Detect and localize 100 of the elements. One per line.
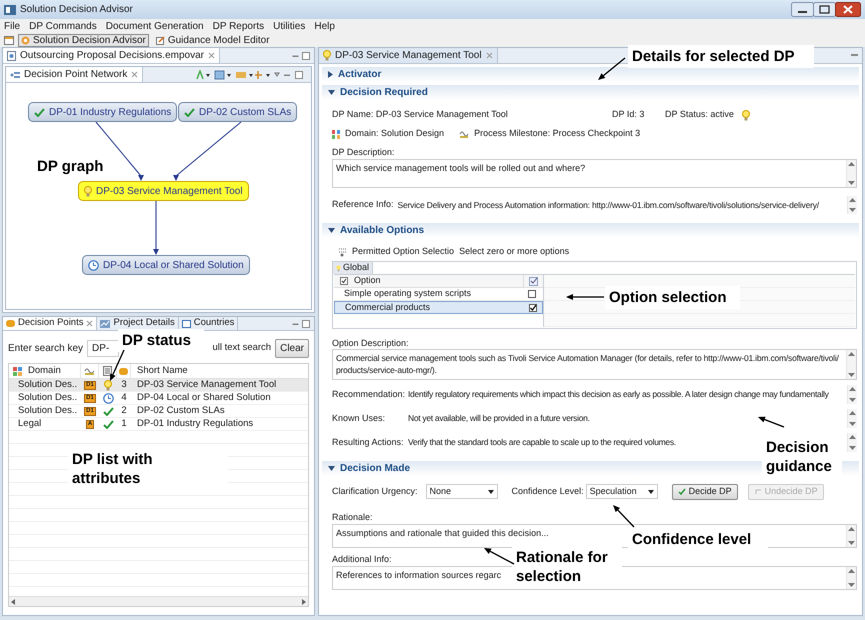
option-row[interactable]: Commercial products [334, 301, 543, 314]
close-icon[interactable] [86, 320, 94, 327]
scroll-down-icon[interactable] [849, 422, 856, 426]
scrollbar[interactable] [847, 385, 857, 404]
editor-tab[interactable]: DP-03 Service Management Tool [319, 48, 498, 63]
scroll-down-icon[interactable] [849, 208, 856, 212]
scroll-up-icon[interactable] [849, 198, 856, 202]
field-label: DP Name: DP-03 Service Management Tool [332, 108, 509, 122]
callout-arrow [566, 294, 604, 300]
minimize-maximize-icon[interactable] [292, 52, 310, 60]
view-tab[interactable]: Decision Points [3, 317, 98, 330]
menu-item[interactable]: Document Generation [106, 19, 204, 34]
table-cell: DP-03 Service Management Tool [137, 378, 276, 390]
option-description-field[interactable]: Commercial service management tools such as Tivoli Service Automation Manager (for details, refer to http://www-01.ibm.com/software/tivoli/products/service-auto-mgr/). [332, 349, 857, 380]
close-icon[interactable] [486, 52, 493, 59]
graph-node[interactable]: DP-04 Local or Shared Solution [82, 255, 250, 275]
field-label: Resulting Actions: [332, 436, 405, 449]
scroll-right-icon[interactable] [302, 598, 306, 604]
field-label: Reference Info: [332, 198, 394, 212]
scroll-up-icon[interactable] [849, 435, 856, 439]
milestone-column-icon[interactable] [84, 366, 95, 376]
section-header[interactable]: Decision Required [322, 85, 859, 100]
minimize-maximize-icon[interactable] [292, 320, 310, 328]
section-header[interactable]: Available Options [322, 223, 859, 238]
view-tab[interactable]: Decision Point Network [6, 67, 144, 82]
section-header[interactable]: Activator [322, 67, 859, 82]
scrollbar[interactable] [847, 433, 857, 452]
scroll-up-icon[interactable] [848, 352, 855, 356]
domain-icon [332, 130, 340, 138]
checkbox[interactable] [529, 304, 537, 312]
menu-item[interactable]: DP Commands [29, 19, 97, 34]
checkbox-label[interactable]: ull text search [212, 341, 272, 356]
minimize-icon[interactable] [851, 54, 858, 57]
collapse-triangle-icon[interactable] [328, 466, 335, 471]
scroll-down-icon[interactable] [849, 398, 856, 402]
scroll-down-icon[interactable] [848, 583, 855, 587]
expand-triangle-icon[interactable] [328, 71, 333, 78]
checked-column-icon[interactable] [529, 276, 539, 286]
editor-tab[interactable]: Outsourcing Proposal Decisions.empovar [3, 48, 220, 63]
scroll-down-icon[interactable] [849, 446, 856, 450]
field-label: DP Id: 3 [612, 108, 646, 122]
reference-text: Service Delivery and Process Automation information: http://www-01.ibm.com/software/tivoli/solutions/service-delivery/ [398, 198, 819, 212]
window-controls-icon[interactable] [791, 2, 861, 18]
callout-arrow [484, 548, 514, 565]
view-tab[interactable]: Project Details [97, 317, 179, 330]
urgency-dropdown[interactable]: None [426, 484, 498, 499]
scroll-down-icon[interactable] [848, 181, 855, 185]
scrollbar[interactable] [847, 196, 857, 214]
table-cell-text: Solution Des.. [18, 390, 78, 405]
perspective-button[interactable]: Solution Decision Advisor [18, 34, 149, 47]
scroll-down-icon[interactable] [848, 373, 855, 377]
menu-item[interactable]: DP Reports [212, 19, 264, 34]
field-label: Known Uses: [332, 412, 386, 425]
close-icon[interactable] [208, 52, 215, 59]
table-cell-text: 3 [121, 378, 127, 392]
scroll-up-icon[interactable] [849, 387, 856, 391]
graph-node[interactable]: DP-02 Custom SLAs [178, 102, 298, 122]
scrollbar[interactable] [846, 525, 856, 547]
menu-item[interactable]: Help [314, 19, 335, 34]
status-column-icon[interactable] [103, 366, 112, 376]
scroll-up-icon[interactable] [848, 527, 855, 531]
option-label: Simple operating system scripts [344, 288, 472, 298]
column-header[interactable]: Option [354, 274, 381, 288]
graph-node[interactable]: DP-03 Service Management Tool [78, 181, 249, 201]
scroll-up-icon[interactable] [848, 569, 855, 573]
guidance-text: Not yet available, will be provided in a future version. [408, 412, 590, 425]
collapse-triangle-icon[interactable] [328, 90, 335, 95]
scroll-up-icon[interactable] [848, 162, 855, 166]
field-label: Recommendation: [332, 388, 406, 401]
perspective-button[interactable]: Guidance Model Editor [152, 34, 273, 47]
menu-item[interactable]: File [4, 19, 20, 34]
graph-node[interactable]: DP-01 Industry Regulations [28, 102, 178, 122]
column-header[interactable]: Domain [28, 364, 61, 378]
scrollbar[interactable] [846, 350, 856, 379]
collapse-triangle-icon[interactable] [328, 228, 335, 233]
scrollbar[interactable] [846, 160, 856, 187]
scroll-left-icon[interactable] [11, 598, 15, 604]
options-tab[interactable]: Global [333, 262, 374, 274]
decide-button[interactable]: Decide DP [672, 484, 738, 500]
description-field[interactable]: Which service management tools will be rolled out and where? [332, 159, 857, 188]
scroll-up-icon[interactable] [849, 411, 856, 415]
scrollbar[interactable] [847, 409, 857, 428]
table-cell-text: Solution Des.. [18, 404, 78, 418]
table-cell: DP-04 Local or Shared Solution [137, 392, 271, 403]
scrollbar[interactable] [846, 567, 856, 589]
number-column-icon[interactable] [119, 366, 128, 376]
table-cell-text: 2 [121, 404, 127, 418]
table-cell-text: Legal [18, 416, 42, 431]
horizontal-scrollbar[interactable] [9, 596, 308, 606]
scroll-down-icon[interactable] [848, 541, 855, 545]
menu-item[interactable]: Utilities [273, 19, 306, 34]
view-tab[interactable]: Countries [178, 317, 238, 330]
network-icon [10, 70, 20, 78]
open-perspective-icon[interactable] [4, 36, 14, 45]
close-icon[interactable] [131, 71, 138, 78]
column-header[interactable]: Short Name [137, 364, 188, 376]
checkbox[interactable] [528, 290, 536, 298]
clear-button[interactable]: Clear [275, 339, 309, 358]
confidence-dropdown[interactable]: Speculation [586, 484, 658, 499]
search-field[interactable]: DP- [87, 340, 120, 357]
